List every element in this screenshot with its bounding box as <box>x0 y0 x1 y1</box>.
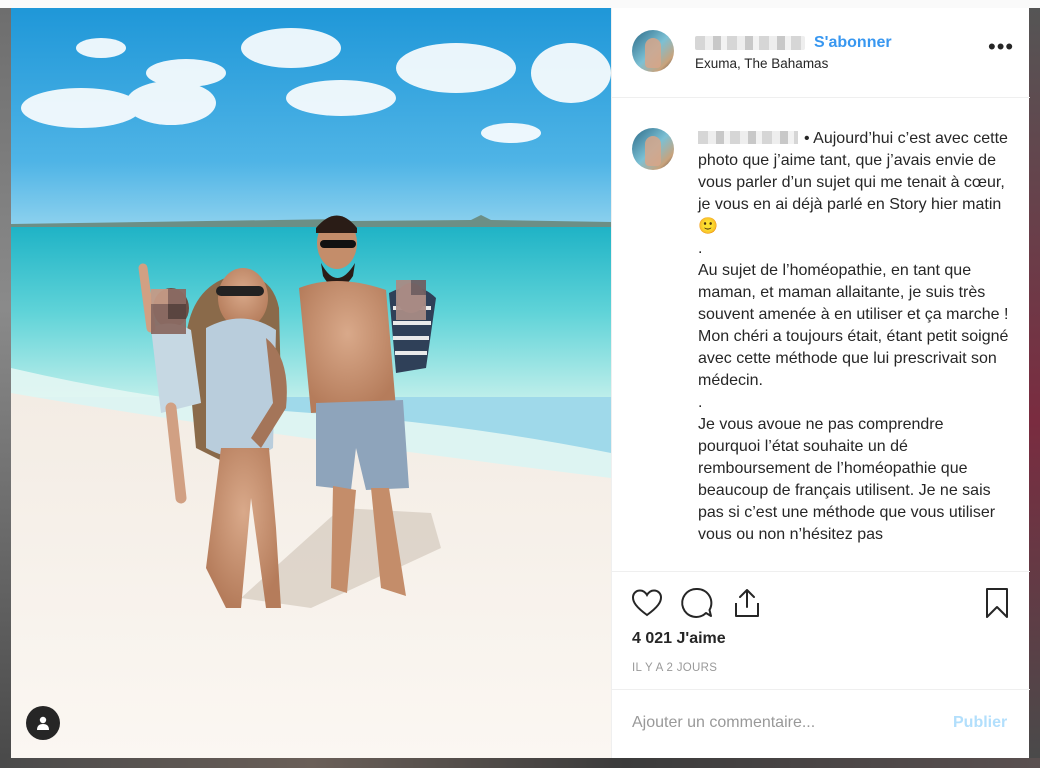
like-heart-icon[interactable] <box>630 586 664 620</box>
publish-button[interactable]: Publier <box>953 714 1007 732</box>
post-location[interactable]: Exuma, The Bahamas <box>695 56 828 71</box>
person-icon <box>37 716 49 730</box>
caption-author-avatar[interactable] <box>632 128 674 170</box>
comment-bubble-icon[interactable] <box>680 586 714 620</box>
post-caption: • Aujourd’hui c’est avec cette photo que… <box>698 128 1010 546</box>
beach-photo-image <box>11 8 611 758</box>
tagged-people-button[interactable] <box>26 706 60 740</box>
author-username-redacted[interactable] <box>695 36 805 50</box>
more-options-icon[interactable]: ••• <box>988 36 1014 58</box>
post-side-panel: S'abonner Exuma, The Bahamas ••• • Aujou… <box>611 8 1030 759</box>
author-avatar[interactable] <box>632 30 674 72</box>
add-comment-bar: Ajouter un commentaire... Publier <box>612 689 1030 759</box>
post-photo[interactable] <box>11 8 611 758</box>
comment-input[interactable]: Ajouter un commentaire... <box>632 714 932 732</box>
caption-username-redacted[interactable] <box>698 131 798 144</box>
background-grid-left <box>0 8 11 758</box>
save-bookmark-icon[interactable] <box>980 586 1014 620</box>
page-top-bar <box>0 0 1040 8</box>
post-header: S'abonner Exuma, The Bahamas ••• <box>612 8 1030 98</box>
post-timestamp[interactable]: IL Y A 2 JOURS <box>632 662 717 674</box>
background-grid-right <box>1029 8 1040 758</box>
likes-count[interactable]: 4 021 J'aime <box>632 630 726 648</box>
background-grid-bottom <box>0 758 1040 768</box>
follow-button[interactable]: S'abonner <box>814 34 892 52</box>
share-icon[interactable] <box>730 586 764 620</box>
comments-area[interactable]: • Aujourd’hui c’est avec cette photo que… <box>612 98 1030 570</box>
post-actions: 4 021 J'aime IL Y A 2 JOURS <box>612 571 1030 690</box>
caption-text: • Aujourd’hui c’est avec cette photo que… <box>698 130 1009 543</box>
